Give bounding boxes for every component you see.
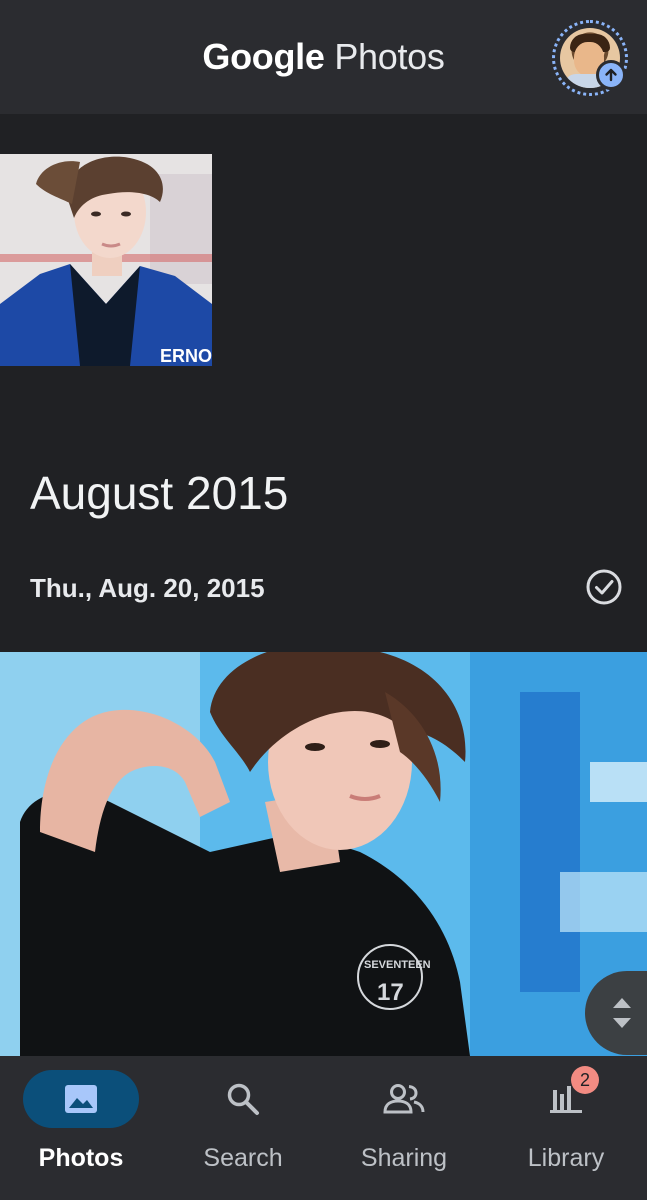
- library-badge: 2: [571, 1066, 599, 1094]
- arrow-up-icon: [596, 60, 626, 90]
- nav-label-photos: Photos: [38, 1144, 124, 1172]
- date-heading: Thu., Aug. 20, 2015: [30, 573, 265, 603]
- nav-item-photos[interactable]: Photos: [0, 1070, 162, 1190]
- nav-item-search[interactable]: Search: [162, 1070, 324, 1190]
- top-app-bar: Google Photos: [0, 0, 647, 114]
- thumbnail-image: ERNON: [0, 154, 212, 366]
- check-circle-icon[interactable]: [585, 568, 623, 606]
- month-heading: August 2015: [30, 467, 289, 519]
- nav-item-sharing[interactable]: Sharing: [323, 1070, 485, 1190]
- bottom-navigation: Photos Search Sharing 2 Library: [0, 1056, 647, 1200]
- thumbnail-caption: ERNON: [160, 346, 212, 366]
- photo-tile[interactable]: SEVENTEEN 17: [0, 652, 647, 1056]
- photo-image: SEVENTEEN 17: [0, 652, 647, 1056]
- app-title-brand: Google: [202, 36, 325, 77]
- app-title-product: Photos: [334, 36, 445, 77]
- photo-thumbnail[interactable]: ERNON: [0, 154, 212, 366]
- google-photos-app: Google Photos ERNO August 2015 Thu., Aug…: [0, 0, 647, 1200]
- nav-label-library: Library: [527, 1144, 605, 1172]
- scroll-arrows-icon: [613, 998, 631, 1028]
- nav-label-search: Search: [203, 1144, 283, 1172]
- photo-icon: [57, 1079, 105, 1119]
- people-icon: [380, 1079, 428, 1119]
- shirt-logo-text: SEVENTEEN: [364, 959, 431, 971]
- account-avatar-button[interactable]: [552, 20, 628, 96]
- shirt-logo-mark: 17: [377, 979, 404, 1006]
- nav-label-sharing: Sharing: [360, 1144, 448, 1172]
- search-icon: [219, 1079, 267, 1119]
- app-title: Google Photos: [0, 36, 647, 78]
- nav-item-library[interactable]: 2 Library: [485, 1066, 647, 1190]
